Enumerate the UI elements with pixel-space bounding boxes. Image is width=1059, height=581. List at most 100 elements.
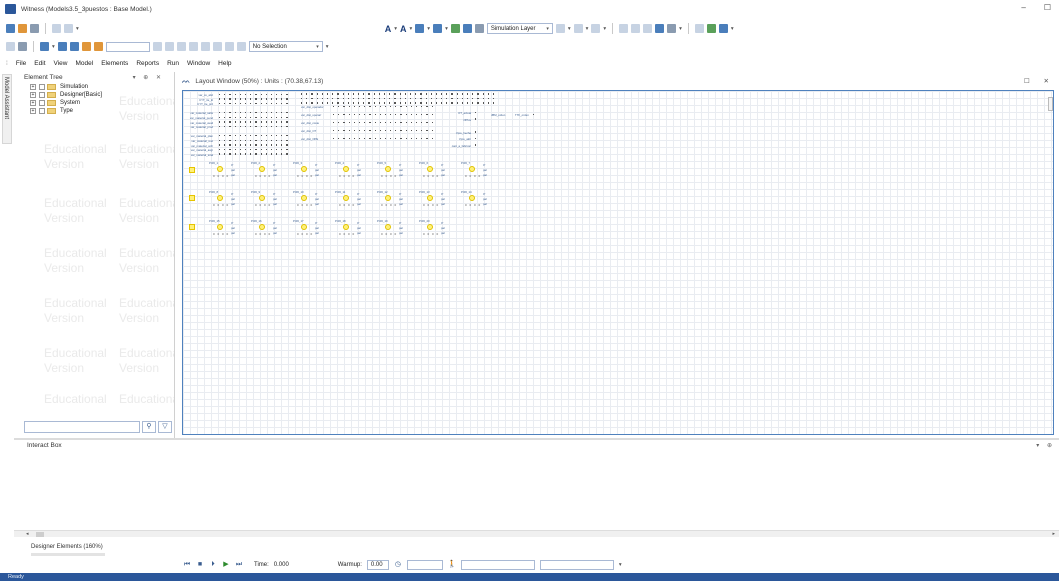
- picture-icon[interactable]: [212, 42, 222, 51]
- menu-elements[interactable]: Elements: [101, 60, 128, 67]
- scroll-left-icon[interactable]: ◂: [26, 531, 29, 537]
- variable-label[interactable]: var_material_avgt: [191, 148, 213, 152]
- machine-station[interactable]: Pr06_5 0 0 0 0 0ˆ pal pal: [377, 161, 409, 183]
- step-icon[interactable]: ⏵: [209, 561, 217, 569]
- menu-run[interactable]: Run: [167, 60, 179, 67]
- expand-icon[interactable]: +: [30, 100, 36, 106]
- variable-label[interactable]: var_dist_OPE: [301, 137, 318, 141]
- selection-select[interactable]: No Selection ▾: [248, 41, 323, 52]
- scroll-thumb[interactable]: [36, 532, 44, 537]
- reset-icon[interactable]: ⏮: [183, 561, 191, 569]
- save-icon[interactable]: [30, 24, 39, 33]
- view-icon[interactable]: [667, 24, 677, 33]
- update-slider[interactable]: [539, 559, 614, 570]
- find-icon[interactable]: ⚲: [142, 421, 156, 433]
- undo-icon[interactable]: [52, 24, 61, 33]
- font-color-icon[interactable]: A: [385, 24, 392, 34]
- scroll-right-icon[interactable]: ▸: [1052, 531, 1055, 537]
- maximize-button[interactable]: ☐: [1044, 3, 1051, 12]
- align-icon[interactable]: [573, 24, 583, 33]
- variable-label[interactable]: var_material_ordr: [191, 144, 213, 148]
- menu-reports[interactable]: Reports: [136, 60, 159, 67]
- machine-station[interactable]: Pr06_14 0 0 0 0 0ˆ pal pal: [461, 190, 493, 212]
- menu-file[interactable]: File: [16, 60, 26, 67]
- element-icon[interactable]: [40, 42, 49, 51]
- variable-label[interactable]: var_material_pend: [190, 116, 213, 120]
- detail-icon[interactable]: [81, 42, 91, 51]
- warmup-field[interactable]: 0.00: [366, 559, 389, 570]
- pane-controls[interactable]: ▾ ⊕ ✕: [133, 74, 164, 81]
- filter-icon[interactable]: ▽: [158, 421, 172, 433]
- buffer-square[interactable]: [189, 167, 195, 173]
- menu-help[interactable]: Help: [218, 60, 231, 67]
- menu-model[interactable]: Model: [75, 60, 93, 67]
- zoom-area-icon[interactable]: [655, 24, 665, 33]
- chevron-down-icon[interactable]: ▾: [679, 26, 682, 32]
- machine-station[interactable]: Pr06_8 0 0 0 0 0ˆ pal pal: [209, 190, 241, 212]
- shape-icon[interactable]: [555, 24, 565, 33]
- chevron-down-icon[interactable]: ▾: [52, 44, 55, 50]
- machine-station[interactable]: Pr06_7 0 0 0 0 0ˆ pal pal: [461, 161, 493, 183]
- chevron-down-icon[interactable]: ▾: [586, 26, 589, 32]
- fill-color-icon[interactable]: [433, 24, 443, 33]
- flow-icon[interactable]: [200, 42, 210, 51]
- chevron-down-icon[interactable]: ▾: [619, 562, 622, 568]
- action-icon[interactable]: [176, 42, 186, 51]
- machine-station[interactable]: Pr06_6 0 0 0 0 0ˆ pal pal: [419, 161, 451, 183]
- variable-label[interactable]: CYT_ite_prd: [197, 102, 213, 106]
- interact-box-controls[interactable]: ▾ ⊕: [1036, 442, 1055, 449]
- text-underline-color-icon[interactable]: A: [400, 24, 407, 34]
- expand-icon[interactable]: +: [30, 84, 36, 90]
- variable-label[interactable]: var_material_rest: [191, 139, 213, 143]
- machine-station[interactable]: Pr06_13 0 0 0 0 0ˆ pal pal: [419, 190, 451, 212]
- variable-label[interactable]: var_dist_operador: [301, 105, 324, 109]
- variable-label[interactable]: var_material_plan: [191, 134, 213, 138]
- variable-label[interactable]: OPlus: [463, 118, 471, 122]
- open-folder-icon[interactable]: [18, 24, 27, 33]
- chevron-down-icon[interactable]: ▾: [445, 26, 448, 32]
- layers-icon[interactable]: [474, 24, 484, 33]
- chevron-down-icon[interactable]: ▾: [603, 26, 606, 32]
- element-name-field[interactable]: [105, 41, 150, 52]
- chevron-down-icon[interactable]: ▾: [427, 26, 430, 32]
- machine-station[interactable]: Pr06_10 0 0 0 0 0ˆ pal pal: [293, 190, 325, 212]
- horizontal-scrollbar[interactable]: ◂ ▸: [14, 530, 1059, 537]
- machine-station[interactable]: Pr06_15 0 0 0 0 0ˆ pal pal: [209, 219, 241, 241]
- layout-canvas[interactable]: var_co_aitd CYT_ite_tit CYT_ite_prd var_mat…: [182, 90, 1054, 435]
- chevron-down-icon[interactable]: ▾: [731, 26, 734, 32]
- variable-label[interactable]: Vpre_aktr: [459, 137, 471, 141]
- explorer-icon[interactable]: [6, 42, 15, 51]
- chart-icon[interactable]: [706, 24, 716, 33]
- machine-station[interactable]: Pr06_3 0 0 0 0 0ˆ pal pal: [293, 161, 325, 183]
- machine-station[interactable]: Pr06_16 0 0 0 0 0ˆ pal pal: [251, 219, 283, 241]
- binoculars-icon[interactable]: [18, 42, 27, 51]
- variable-label[interactable]: var_material_avail: [190, 121, 213, 125]
- variable-label[interactable]: CYT_ite_tit: [199, 98, 213, 102]
- run-until-field[interactable]: [406, 559, 443, 570]
- variable-label[interactable]: Vpre_hecha: [456, 131, 471, 135]
- machine-station[interactable]: Pr06_4 0 0 0 0 0ˆ pal pal: [335, 161, 367, 183]
- checkbox[interactable]: [39, 84, 45, 90]
- output-rule-icon[interactable]: [164, 42, 174, 51]
- minimize-button[interactable]: –: [1021, 3, 1025, 12]
- tree-item-simulation[interactable]: + Simulation: [14, 83, 174, 91]
- variable-label[interactable]: var_material_salts: [190, 111, 213, 115]
- layer-list-icon[interactable]: [462, 24, 472, 33]
- machine-station[interactable]: Pr06_11 0 0 0 0 0ˆ pal pal: [335, 190, 367, 212]
- speed-slider[interactable]: [460, 559, 535, 570]
- chevron-down-icon[interactable]: ▾: [394, 26, 397, 32]
- define-icon[interactable]: [57, 42, 67, 51]
- layout-window-controls[interactable]: ☐ ✕: [1024, 77, 1055, 85]
- chevron-down-icon[interactable]: ▾: [410, 26, 413, 32]
- machine-station[interactable]: Pr06_12 0 0 0 0 0ˆ pal pal: [377, 190, 409, 212]
- expand-icon[interactable]: +: [30, 92, 36, 98]
- model-assistant-tab[interactable]: Model Assistant: [2, 74, 12, 144]
- zoom-in-icon[interactable]: [619, 24, 629, 33]
- chevron-down-icon[interactable]: ▾: [76, 26, 79, 32]
- input-rule-icon[interactable]: [152, 42, 162, 51]
- shift-icon[interactable]: [188, 42, 198, 51]
- machine-station[interactable]: Pr06_19 0 0 0 0 0ˆ pal pal: [377, 219, 409, 241]
- buffer-square[interactable]: [189, 224, 195, 230]
- chevron-down-icon[interactable]: ▾: [326, 44, 329, 50]
- expand-icon[interactable]: +: [30, 108, 36, 114]
